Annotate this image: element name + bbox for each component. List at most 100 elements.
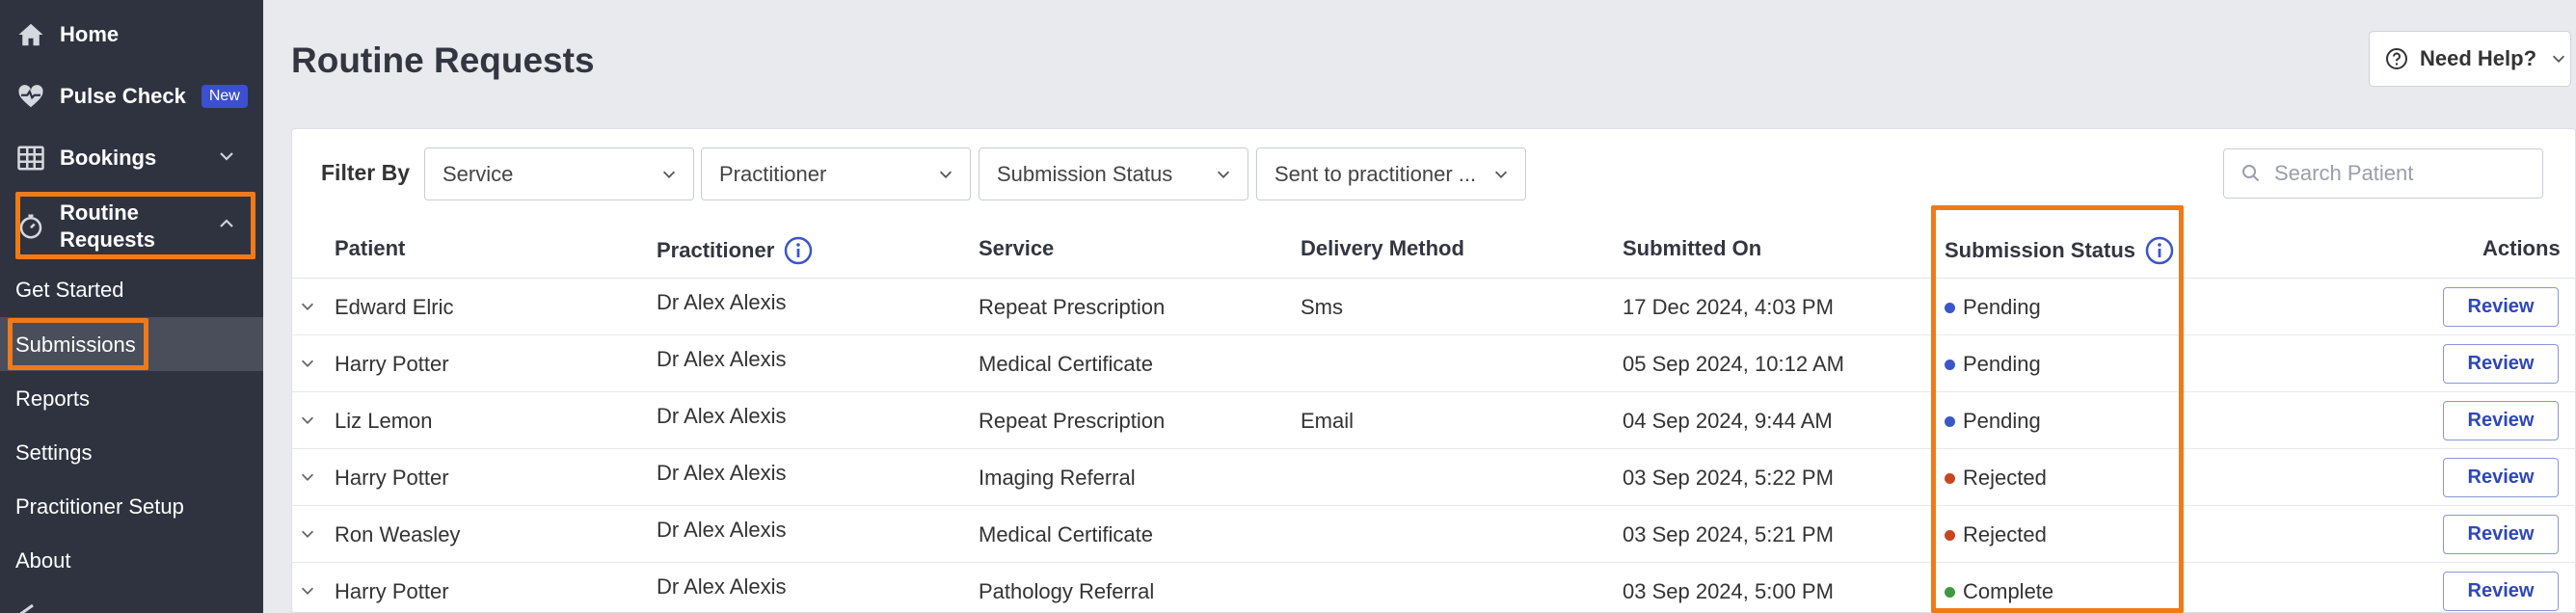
expand-row-chevron-icon[interactable] — [299, 355, 316, 372]
submitted-on-cell: 04 Sep 2024, 9:44 AM — [1623, 409, 1833, 433]
column-header-patient: Patient — [335, 236, 406, 260]
service-filter[interactable]: Service — [424, 147, 694, 200]
practitioner-cell: Dr Alex Alexis — [657, 404, 787, 428]
practitioner-cell: Dr Alex Alexis — [657, 290, 787, 314]
submitted-on-cell: 03 Sep 2024, 5:00 PM — [1623, 579, 1834, 603]
need-help-button[interactable]: Need Help? — [2369, 31, 2571, 87]
service-filter-value: Service — [443, 161, 514, 186]
search-icon — [2242, 165, 2260, 182]
submitted-on-cell: 17 Dec 2024, 4:03 PM — [1623, 295, 1834, 319]
patient-cell: Ron Weasley — [335, 522, 461, 546]
review-button[interactable]: Review — [2443, 515, 2559, 554]
status-label: Pending — [1963, 409, 2041, 433]
patient-cell: Harry Potter — [335, 579, 449, 603]
table-row: Ron Weasley Dr Alex Alexis Medical Certifi… — [291, 506, 2576, 563]
sidebar-item-practitioner-setup[interactable]: Practitioner Setup — [15, 494, 184, 520]
chevron-up-icon[interactable] — [217, 214, 236, 239]
review-button[interactable]: Review — [2443, 401, 2559, 440]
table-row: Edward Elric Dr Alex Alexis Repeat Prescri… — [291, 279, 2576, 335]
status-label: Pending — [1963, 295, 2041, 319]
nav-home[interactable]: Home — [15, 19, 119, 50]
nav-pulse-check-label: Pulse Check — [60, 84, 186, 108]
service-cell: Medical Certificate — [979, 352, 1153, 376]
page-title: Routine Requests — [291, 40, 595, 80]
expand-row-chevron-icon[interactable] — [299, 298, 316, 315]
help-circle-icon — [2386, 48, 2407, 69]
column-header-delivery-method: Delivery Method — [1301, 236, 1464, 260]
patient-cell: Liz Lemon — [335, 409, 433, 433]
status-badge: Pending — [1945, 295, 2041, 320]
nav-routine-requests-label-2: Requests — [60, 227, 156, 252]
new-badge: New — [201, 85, 248, 108]
status-label: Complete — [1963, 579, 2054, 603]
column-header-service: Service — [979, 236, 1055, 260]
submitted-on-cell: 03 Sep 2024, 5:22 PM — [1623, 466, 1834, 490]
service-cell: Pathology Referral — [979, 579, 1155, 603]
sidebar-item-get-started[interactable]: Get Started — [15, 278, 124, 303]
chevron-down-icon — [1217, 171, 1230, 178]
column-header-actions: Actions — [2482, 236, 2561, 260]
practitioner-cell: Dr Alex Alexis — [657, 518, 787, 542]
review-button[interactable]: Review — [2443, 287, 2559, 327]
filter-by-label: Filter By — [321, 160, 411, 185]
chevron-down-icon — [2552, 55, 2565, 63]
review-button[interactable]: Review — [2443, 344, 2559, 384]
status-dot-icon — [1945, 472, 1955, 484]
expand-row-chevron-icon[interactable] — [299, 468, 316, 486]
patient-cell: Harry Potter — [335, 466, 449, 490]
status-label: Rejected — [1963, 466, 2047, 490]
nav-pulse-check[interactable]: Pulse Check New — [15, 81, 248, 112]
nav-routine-requests-label-1: Routine — [60, 200, 139, 225]
sidebar: Home Pulse Check New Bookings Routine Re… — [0, 0, 263, 613]
expand-row-chevron-icon[interactable] — [299, 412, 316, 429]
status-dot-icon — [1945, 415, 1955, 427]
table-row: Harry Potter Dr Alex Alexis Medical Certif… — [291, 335, 2576, 392]
practitioner-cell: Dr Alex Alexis — [657, 574, 787, 599]
review-button[interactable]: Review — [2443, 458, 2559, 497]
stopwatch-icon — [15, 211, 46, 242]
submitted-on-cell: 03 Sep 2024, 5:21 PM — [1623, 522, 1834, 546]
sent-to-practitioner-filter-value: Sent to practitioner ... — [1275, 161, 1477, 186]
nav-routine-requests[interactable]: Routine Requests — [15, 200, 155, 253]
practitioner-filter[interactable]: Practitioner — [701, 147, 971, 200]
service-cell: Imaging Referral — [979, 466, 1136, 490]
sidebar-item-reports[interactable]: Reports — [15, 386, 90, 412]
patient-cell: Edward Elric — [335, 295, 454, 319]
sidebar-item-settings[interactable]: Settings — [15, 440, 93, 466]
delivery-method-cell: Sms — [1301, 295, 1343, 319]
submitted-on-cell: 05 Sep 2024, 10:12 AM — [1623, 352, 1844, 376]
status-dot-icon — [1945, 302, 1955, 313]
table-row: Harry Potter Dr Alex Alexis Pathology Refe… — [291, 563, 2576, 613]
submission-status-filter-value: Submission Status — [997, 161, 1173, 186]
status-badge: Complete — [1945, 579, 2053, 604]
column-header-submission-status: Submission Status — [1945, 236, 2174, 265]
expand-row-chevron-icon[interactable] — [299, 582, 316, 600]
search-patient-input[interactable]: Search Patient — [2223, 148, 2543, 199]
delivery-method-cell: Email — [1301, 409, 1355, 433]
nav-bookings-label: Bookings — [60, 146, 157, 170]
search-placeholder: Search Patient — [2274, 161, 2414, 185]
info-icon[interactable] — [2145, 236, 2174, 265]
practitioner-cell: Dr Alex Alexis — [657, 347, 787, 371]
service-cell: Repeat Prescription — [979, 409, 1166, 433]
expand-row-chevron-icon[interactable] — [299, 525, 316, 543]
review-button[interactable]: Review — [2443, 572, 2559, 611]
table-row: Liz Lemon Dr Alex Alexis Repeat Prescripti… — [291, 392, 2576, 449]
sidebar-item-submissions[interactable]: Submissions — [15, 333, 136, 358]
sent-to-practitioner-filter[interactable]: Sent to practitioner ... — [1256, 147, 1526, 200]
status-dot-icon — [1945, 529, 1955, 541]
info-icon[interactable] — [784, 236, 813, 265]
status-badge: Rejected — [1945, 466, 2047, 491]
submission-status-filter[interactable]: Submission Status — [979, 147, 1248, 200]
status-dot-icon — [1945, 586, 1955, 598]
column-header-submitted-on: Submitted On — [1623, 236, 1762, 260]
status-badge: Pending — [1945, 352, 2041, 377]
status-label: Pending — [1963, 352, 2041, 376]
chevron-down-icon — [1494, 171, 1508, 178]
sidebar-item-about[interactable]: About — [15, 548, 71, 573]
status-dot-icon — [1945, 359, 1955, 370]
patient-cell: Harry Potter — [335, 352, 449, 376]
chevron-down-icon[interactable] — [217, 147, 236, 172]
column-header-submission-status-label: Submission Status — [1945, 238, 2136, 262]
table-row: Harry Potter Dr Alex Alexis Imaging Referr… — [291, 449, 2576, 506]
